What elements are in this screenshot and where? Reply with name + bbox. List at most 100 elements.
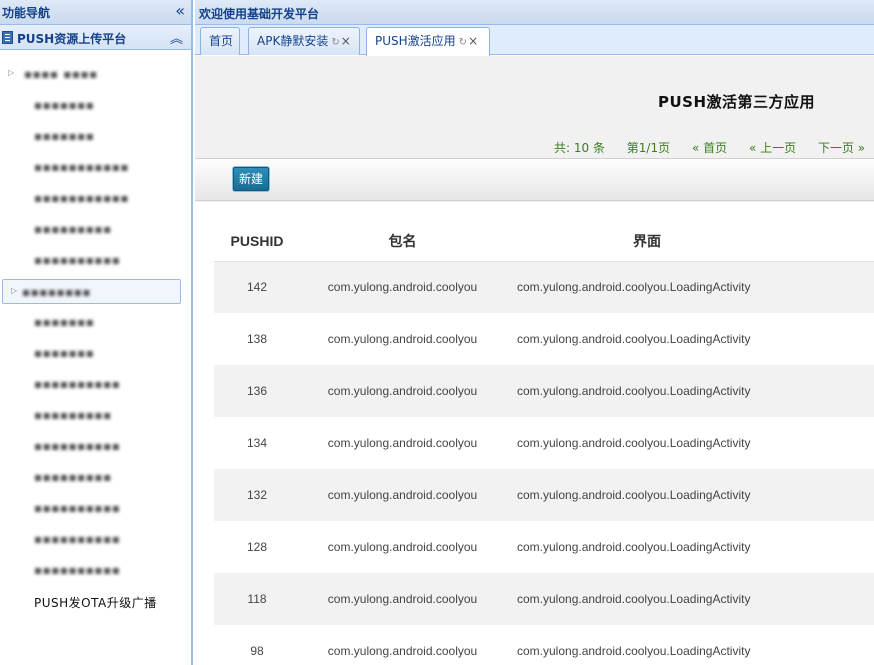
first-page-link[interactable]: « 首页 bbox=[692, 141, 727, 155]
package-cell: com.yulong.android.coolyou bbox=[300, 261, 505, 313]
table-row[interactable]: 98 com.yulong.android.coolyou com.yulong.a… bbox=[214, 625, 874, 665]
expand-arrow-icon[interactable]: ▷ bbox=[8, 68, 14, 77]
pushid-cell: 134 bbox=[214, 417, 300, 469]
tab-bar: 首页 APK静默安装 ↻× PUSH激活应用 ↻× bbox=[195, 25, 874, 56]
nav-item-label: ▪▪▪▪▪▪▪▪▪ bbox=[34, 222, 112, 236]
package-cell: com.yulong.android.coolyou bbox=[300, 573, 505, 625]
pushid-cell: 98 bbox=[214, 625, 300, 665]
table-row[interactable]: 128 com.yulong.android.coolyou com.yulong.… bbox=[214, 521, 874, 573]
nav-item-label: ▪▪▪▪▪▪▪▪▪▪▪ bbox=[34, 191, 129, 205]
tab-label: 首页 bbox=[209, 34, 234, 48]
nav-item[interactable]: ▪▪▪▪▪▪▪▪▪▪ bbox=[0, 248, 191, 272]
pagination: 共: 10 条 第1/1页 « 首页 « 上一页 下一页 » bbox=[554, 139, 874, 156]
nav-item[interactable]: ▪▪▪▪▪▪▪ bbox=[0, 310, 191, 334]
tab-push-activate[interactable]: PUSH激活应用 ↻× bbox=[366, 27, 490, 56]
expand-arrow-icon[interactable]: ▷ bbox=[11, 286, 17, 295]
refresh-icon[interactable]: ↻ bbox=[459, 37, 467, 48]
nav-item[interactable]: ▪▪▪▪▪▪▪ bbox=[0, 93, 191, 117]
nav-header: 功能导航 « bbox=[0, 0, 191, 25]
page-content: PUSH激活第三方应用 共: 10 条 第1/1页 « 首页 « 上一页 下一页… bbox=[195, 56, 874, 665]
column-header-pushid[interactable]: PUSHID bbox=[214, 222, 300, 262]
extra-cell bbox=[805, 625, 874, 665]
nav-item-label: ▪▪▪▪▪▪▪▪▪ bbox=[34, 408, 112, 422]
nav-item[interactable]: ▪▪▪▪▪▪▪▪▪ bbox=[0, 217, 191, 241]
next-page-link[interactable]: 下一页 » bbox=[818, 141, 865, 155]
nav-item[interactable]: ▪▪▪▪▪▪▪▪▪▪ bbox=[0, 527, 191, 551]
tab-apk-install[interactable]: APK静默安装 ↻× bbox=[248, 27, 360, 55]
toolbar: 新建 bbox=[195, 158, 874, 201]
collapse-icon[interactable]: « bbox=[175, 1, 185, 21]
extra-cell bbox=[805, 261, 874, 313]
nav-item-label: ▪▪▪▪▪▪▪▪ bbox=[22, 285, 92, 299]
document-icon bbox=[2, 31, 13, 44]
package-cell: com.yulong.android.coolyou bbox=[300, 365, 505, 417]
package-cell: com.yulong.android.coolyou bbox=[300, 417, 505, 469]
nav-item-label: ▪▪▪▪▪▪▪▪▪▪ bbox=[34, 253, 121, 267]
nav-item[interactable]: ▪▪▪▪▪▪▪ bbox=[0, 124, 191, 148]
refresh-icon[interactable]: ↻ bbox=[331, 37, 339, 48]
nav-item-label: ▪▪▪▪▪▪▪ bbox=[34, 346, 95, 360]
nav-item[interactable]: ▪▪▪▪▪▪▪▪▪▪ bbox=[0, 496, 191, 520]
main-header: 欢迎使用基础开发平台 bbox=[195, 0, 874, 25]
prev-page-link[interactable]: « 上一页 bbox=[749, 141, 796, 155]
nav-item-label: ▪▪▪▪▪▪▪ bbox=[34, 315, 95, 329]
page-indicator: 第1/1页 bbox=[626, 141, 671, 155]
nav-item-label: ▪▪▪▪▪▪▪ bbox=[34, 129, 95, 143]
close-icon[interactable]: × bbox=[468, 34, 478, 48]
pushid-cell: 138 bbox=[214, 313, 300, 365]
nav-item-label: ▪▪▪▪ ▪▪▪▪ bbox=[24, 67, 98, 81]
activity-cell: com.yulong.android.coolyou.LoadingActivi… bbox=[505, 573, 805, 625]
main-panel: 欢迎使用基础开发平台 首页 APK静默安装 ↻× PUSH激活应用 ↻× PUSH激… bbox=[195, 0, 874, 665]
nav-item[interactable]: ▪▪▪▪▪▪▪ bbox=[0, 341, 191, 365]
package-cell: com.yulong.android.coolyou bbox=[300, 313, 505, 365]
nav-item-label: ▪▪▪▪▪▪▪▪▪▪ bbox=[34, 439, 121, 453]
pushid-cell: 142 bbox=[214, 261, 300, 313]
table-row[interactable]: 138 com.yulong.android.coolyou com.yulong.… bbox=[214, 313, 874, 365]
nav-item[interactable]: ▷ ▪▪▪▪▪▪▪▪ bbox=[2, 279, 181, 304]
table-body: 142 com.yulong.android.coolyou com.yulong.… bbox=[214, 261, 874, 665]
column-header-package[interactable]: 包名 bbox=[300, 222, 505, 262]
extra-cell bbox=[805, 313, 874, 365]
column-header-activity[interactable]: 界面 bbox=[505, 222, 805, 262]
table-row[interactable]: 142 com.yulong.android.coolyou com.yulong.… bbox=[214, 261, 874, 313]
data-table: PUSHID 包名 界面 142 com.yulong.android.cooly… bbox=[214, 222, 874, 665]
table-row[interactable]: 136 com.yulong.android.coolyou com.yulong.… bbox=[214, 365, 874, 417]
nav-item-label: ▪▪▪▪▪▪▪▪▪▪ bbox=[34, 501, 121, 515]
table-header-row: PUSHID 包名 界面 bbox=[214, 222, 874, 262]
extra-cell bbox=[805, 365, 874, 417]
nav-item-label: ▪▪▪▪▪▪▪▪▪ bbox=[34, 470, 112, 484]
total-count: 共: 10 条 bbox=[554, 141, 605, 155]
nav-group-header[interactable]: PUSH资源上传平台 ︽ bbox=[0, 25, 191, 50]
nav-item-label: ▪▪▪▪▪▪▪▪▪▪▪ bbox=[34, 160, 129, 174]
nav-item[interactable]: ▪▪▪▪▪▪▪▪▪▪ bbox=[0, 434, 191, 458]
welcome-title: 欢迎使用基础开发平台 bbox=[199, 7, 320, 21]
package-cell: com.yulong.android.coolyou bbox=[300, 625, 505, 665]
pushid-cell: 118 bbox=[214, 573, 300, 625]
pushid-cell: 136 bbox=[214, 365, 300, 417]
package-cell: com.yulong.android.coolyou bbox=[300, 521, 505, 573]
table-row[interactable]: 118 com.yulong.android.coolyou com.yulong.… bbox=[214, 573, 874, 625]
activity-cell: com.yulong.android.coolyou.LoadingActivi… bbox=[505, 521, 805, 573]
table-row[interactable]: 132 com.yulong.android.coolyou com.yulong.… bbox=[214, 469, 874, 521]
activity-cell: com.yulong.android.coolyou.LoadingActivi… bbox=[505, 365, 805, 417]
extra-cell bbox=[805, 469, 874, 521]
chevron-up-icon[interactable]: ︽ bbox=[170, 28, 183, 47]
close-icon[interactable]: × bbox=[341, 34, 351, 48]
page-title: PUSH激活第三方应用 bbox=[658, 93, 816, 111]
nav-item[interactable]: PUSH发OTA升级广播 bbox=[0, 589, 191, 613]
nav-item[interactable]: ▪▪▪▪▪▪▪▪▪▪ bbox=[0, 558, 191, 582]
tab-label: PUSH激活应用 bbox=[375, 34, 456, 48]
nav-item[interactable]: ▪▪▪▪▪▪▪▪▪ bbox=[0, 465, 191, 489]
nav-item[interactable]: ▪▪▪▪▪▪▪▪▪ bbox=[0, 403, 191, 427]
nav-item[interactable]: ▪▪▪▪▪▪▪▪▪▪▪ bbox=[0, 186, 191, 210]
nav-title: 功能导航 bbox=[2, 6, 51, 20]
nav-item[interactable]: ▷ ▪▪▪▪ ▪▪▪▪ bbox=[0, 62, 191, 86]
pushid-cell: 132 bbox=[214, 469, 300, 521]
new-button[interactable]: 新建 bbox=[233, 167, 270, 191]
tab-label: APK静默安装 bbox=[257, 34, 329, 48]
nav-item[interactable]: ▪▪▪▪▪▪▪▪▪▪ bbox=[0, 372, 191, 396]
activity-cell: com.yulong.android.coolyou.LoadingActivi… bbox=[505, 469, 805, 521]
nav-item[interactable]: ▪▪▪▪▪▪▪▪▪▪▪ bbox=[0, 155, 191, 179]
tab-home[interactable]: 首页 bbox=[200, 27, 240, 55]
table-row[interactable]: 134 com.yulong.android.coolyou com.yulong.… bbox=[214, 417, 874, 469]
